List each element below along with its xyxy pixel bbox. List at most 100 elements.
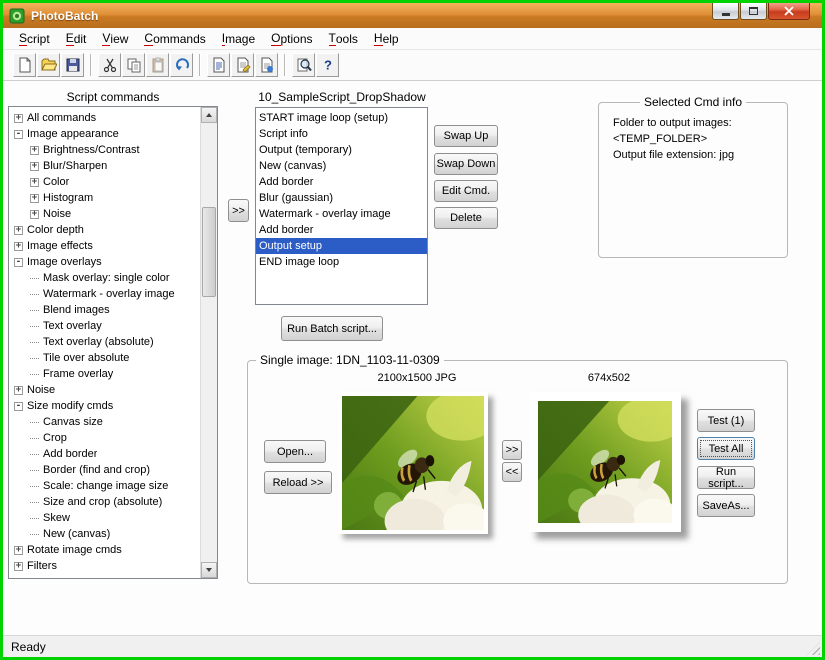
tree-item[interactable]: Blend images — [9, 302, 200, 318]
menu-tools[interactable]: Tools — [321, 28, 366, 49]
reload-button[interactable]: Reload >> — [264, 471, 332, 494]
leaf-dash-icon — [30, 438, 39, 439]
copy-to-result-button[interactable]: >> — [502, 440, 522, 460]
maximize-button[interactable] — [740, 3, 767, 20]
preview-button[interactable] — [292, 53, 315, 77]
tree-item[interactable]: +Color — [9, 174, 200, 190]
tree-item[interactable]: +Noise — [9, 206, 200, 222]
scroll-thumb[interactable] — [202, 207, 216, 297]
new-button[interactable] — [13, 53, 36, 77]
copy-to-source-button[interactable]: << — [502, 462, 522, 482]
tree-item-label: Blur/Sharpen — [43, 160, 107, 172]
tree-item[interactable]: +Brightness/Contrast — [9, 142, 200, 158]
tree-item[interactable]: + Blur/Sharpen — [9, 158, 200, 174]
tree-item[interactable]: Border (find and crop) — [9, 462, 200, 478]
expand-icon[interactable]: + — [14, 546, 23, 555]
expand-icon[interactable]: + — [30, 194, 39, 203]
close-button[interactable] — [768, 3, 810, 20]
resize-grip[interactable] — [807, 642, 820, 655]
expand-icon[interactable]: + — [30, 178, 39, 187]
run-script-button[interactable]: Run script... — [697, 466, 755, 489]
menu-options[interactable]: Options — [263, 28, 320, 49]
tree-item[interactable]: +Color depth — [9, 222, 200, 238]
list-item[interactable]: Blur (gaussian) — [256, 190, 427, 206]
menu-help[interactable]: Help — [366, 28, 407, 49]
tree-item[interactable]: Add border — [9, 446, 200, 462]
tree-item[interactable]: -Image appearance — [9, 126, 200, 142]
expand-icon[interactable]: + — [14, 562, 23, 571]
tree-item[interactable]: Text overlay (absolute) — [9, 334, 200, 350]
paste-button[interactable] — [146, 53, 169, 77]
expand-icon[interactable]: + — [14, 242, 23, 251]
new-document-icon — [17, 57, 33, 73]
minimize-button[interactable] — [712, 3, 739, 20]
menu-view[interactable]: View — [94, 28, 136, 49]
expand-icon[interactable]: + — [30, 162, 39, 171]
expand-icon[interactable]: + — [14, 386, 23, 395]
tree-item[interactable]: +Noise — [9, 382, 200, 398]
tree-scrollbar[interactable] — [200, 107, 217, 578]
list-item[interactable]: New (canvas) — [256, 158, 427, 174]
list-item[interactable]: Watermark - overlay image — [256, 206, 427, 222]
test-one-button[interactable]: Test (1) — [697, 409, 755, 432]
collapse-icon[interactable]: - — [14, 130, 23, 139]
open-button[interactable] — [37, 53, 60, 77]
collapse-icon[interactable]: - — [14, 402, 23, 411]
tree-item[interactable]: New (canvas) — [9, 526, 200, 542]
scroll-down-button[interactable] — [201, 562, 217, 578]
delete-button[interactable]: Delete — [434, 207, 498, 229]
menu-commands[interactable]: Commands — [136, 28, 213, 49]
menu-script[interactable]: Script — [11, 28, 58, 49]
tree-item[interactable]: Mask overlay: single color — [9, 270, 200, 286]
tree-item[interactable]: -Image overlays — [9, 254, 200, 270]
expand-icon[interactable]: + — [30, 210, 39, 219]
add-command-button[interactable]: >> — [228, 199, 249, 222]
script-edit-button[interactable] — [231, 53, 254, 77]
tree-item[interactable]: +Histogram — [9, 190, 200, 206]
cut-button[interactable] — [98, 53, 121, 77]
tree-item[interactable]: +All commands — [9, 110, 200, 126]
undo-button[interactable] — [170, 53, 193, 77]
swap-up-button[interactable]: Swap Up — [434, 125, 498, 147]
tree-item[interactable]: Frame overlay — [9, 366, 200, 382]
expand-icon[interactable]: + — [14, 226, 23, 235]
tree-item[interactable]: Tile over absolute — [9, 350, 200, 366]
tree-item[interactable]: Watermark - overlay image — [9, 286, 200, 302]
script-view-button[interactable] — [207, 53, 230, 77]
save-button[interactable] — [61, 53, 84, 77]
expand-icon[interactable]: + — [14, 114, 23, 123]
tree-item[interactable]: Crop — [9, 430, 200, 446]
tree-item[interactable]: +Image effects — [9, 238, 200, 254]
open-image-button[interactable]: Open... — [264, 440, 326, 463]
tree-item[interactable]: Size and crop (absolute) — [9, 494, 200, 510]
tree-item[interactable]: Skew — [9, 510, 200, 526]
edit-cmd-button[interactable]: Edit Cmd. — [434, 180, 498, 202]
tree-item[interactable]: Scale: change image size — [9, 478, 200, 494]
titlebar[interactable]: PhotoBatch — [3, 3, 822, 28]
collapse-icon[interactable]: - — [14, 258, 23, 267]
save-as-button[interactable]: SaveAs... — [697, 494, 755, 517]
scroll-up-button[interactable] — [201, 107, 217, 123]
copy-button[interactable] — [122, 53, 145, 77]
tree-item[interactable]: Text overlay — [9, 318, 200, 334]
swap-down-button[interactable]: Swap Down — [434, 153, 498, 175]
script-info-button[interactable] — [255, 53, 278, 77]
menu-image[interactable]: Image — [214, 28, 263, 49]
list-item[interactable]: START image loop (setup) — [256, 110, 427, 126]
list-item-selected[interactable]: Output setup — [256, 238, 427, 254]
test-all-button[interactable]: Test All — [697, 437, 755, 460]
list-item[interactable]: Script info — [256, 126, 427, 142]
toolbar-separator — [199, 54, 201, 76]
run-batch-script-button[interactable]: Run Batch script... — [281, 316, 383, 341]
tree-item[interactable]: +Filters — [9, 558, 200, 574]
list-item[interactable]: Output (temporary) — [256, 142, 427, 158]
expand-icon[interactable]: + — [30, 146, 39, 155]
tree-item[interactable]: -Size modify cmds — [9, 398, 200, 414]
list-item[interactable]: END image loop — [256, 254, 427, 270]
list-item[interactable]: Add border — [256, 174, 427, 190]
help-button[interactable]: ? — [316, 53, 339, 77]
menu-edit[interactable]: Edit — [58, 28, 95, 49]
list-item[interactable]: Add border — [256, 222, 427, 238]
tree-item[interactable]: +Rotate image cmds — [9, 542, 200, 558]
tree-item[interactable]: Canvas size — [9, 414, 200, 430]
